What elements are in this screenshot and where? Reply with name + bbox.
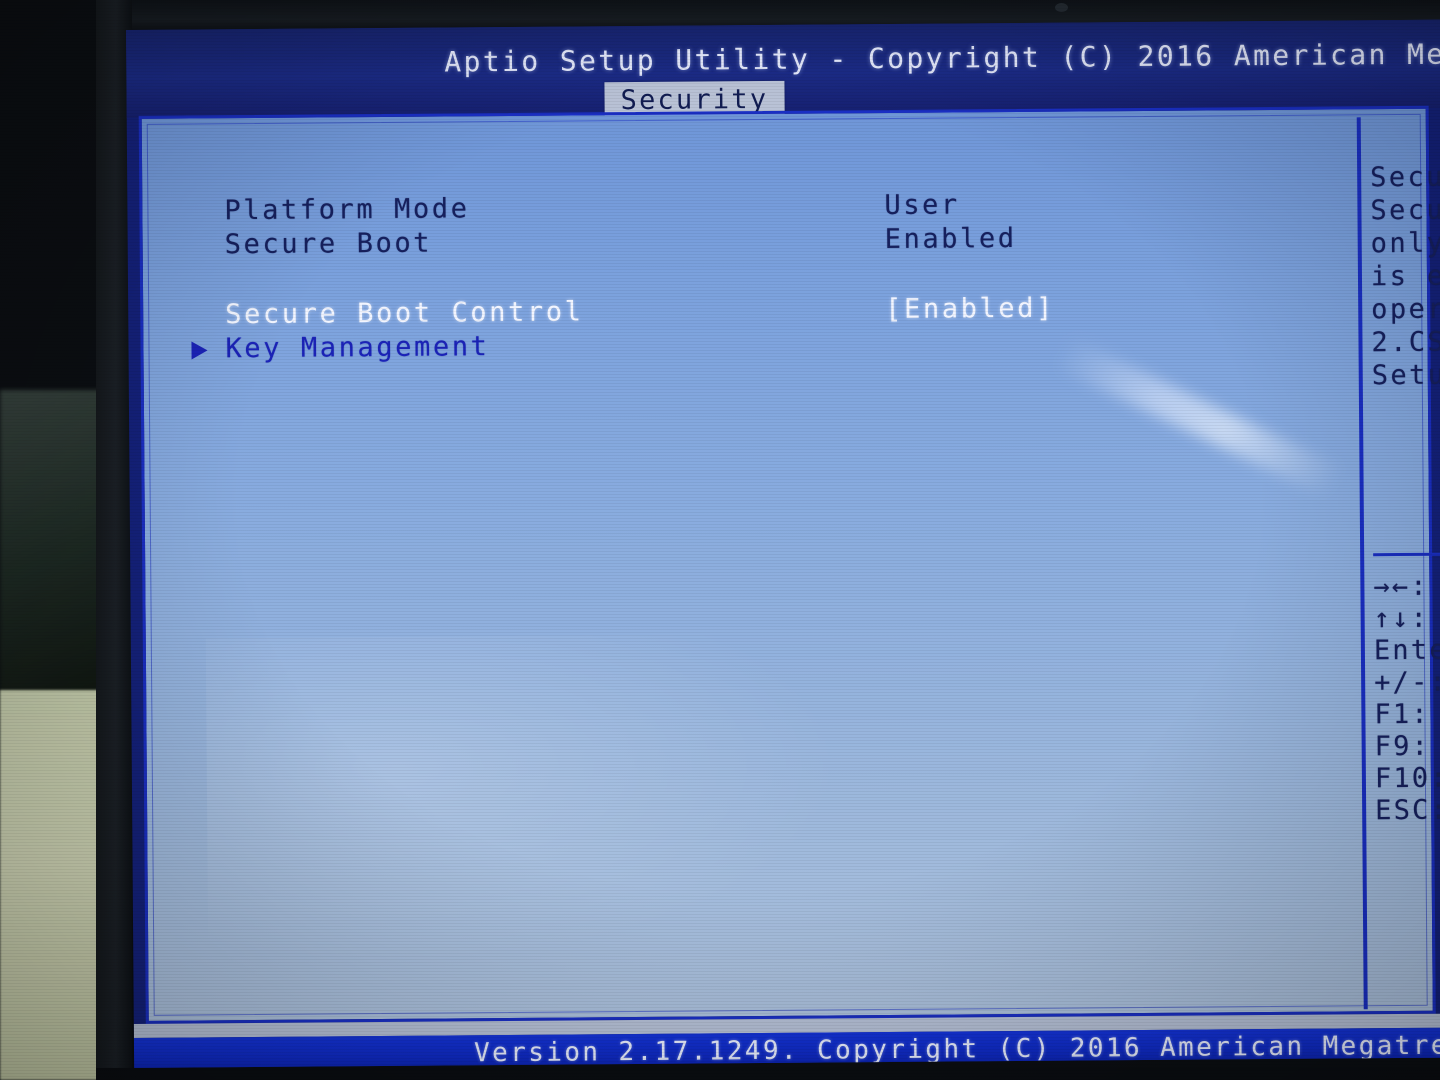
help-text-pane: Secu Secu only is e oper 2.CS Setu [1370,161,1440,393]
setting-row-key-management[interactable]: Key Management [189,325,1089,366]
bios-screen: Aptio Setup Utility - Copyright (C) 2016… [126,19,1440,1068]
help-pane-divider [1356,117,1368,1010]
screen-glare-soft [205,633,849,969]
setting-label: Platform Mode [224,193,470,227]
key-legend-f9: F9: O [1374,730,1440,763]
room-background-glow [0,390,104,710]
page-title: Aptio Setup Utility - Copyright (C) 2016… [444,37,1440,79]
key-legend-f1: F1: G [1374,698,1440,731]
key-legend-esc: ESC: [1375,794,1440,827]
version-text: Version 2.17.1249. Copyright (C) 2016 Am… [473,1030,1440,1068]
key-legend-pane: →←: S ↑↓: S Enter +/-: F1: G F9: O F10: … [1373,571,1440,828]
screen-glare [1056,337,1342,498]
help-line: Secu [1370,161,1440,194]
key-legend-select-item: ↑↓: S [1373,602,1440,635]
key-legend-change-opt: +/-: [1374,666,1440,699]
key-legend-enter: Enter [1373,634,1440,667]
setting-value: User [884,189,960,222]
monitor-bezel-bottom [96,1068,1440,1080]
webcam-icon [1055,3,1068,12]
setting-label: Key Management [225,331,490,365]
key-legend-select-screen: →←: S [1373,570,1440,603]
help-line: is e [1370,260,1440,293]
photo-of-monitor: Aptio Setup Utility - Copyright (C) 2016… [0,0,1440,1080]
help-pane-separator [1373,552,1440,557]
help-line: Setu [1371,359,1440,392]
submenu-arrow-icon [191,341,208,360]
main-panel: Platform Mode User Secure Boot Enabled S… [138,105,1440,1024]
help-line: Secu [1370,194,1440,227]
setting-value: Enabled [884,223,1017,256]
room-background-wall [0,690,100,1080]
setting-value-dropdown[interactable]: [Enabled] [885,292,1055,327]
settings-list: Platform Mode User Secure Boot Enabled S… [188,187,1089,366]
setting-label: Secure Boot Control [225,296,584,331]
help-line: oper [1371,293,1440,326]
key-legend-f10: F10: [1374,762,1440,795]
help-line: only [1370,227,1440,260]
setting-label: Secure Boot [224,227,433,261]
help-line: 2.CS [1371,326,1440,359]
